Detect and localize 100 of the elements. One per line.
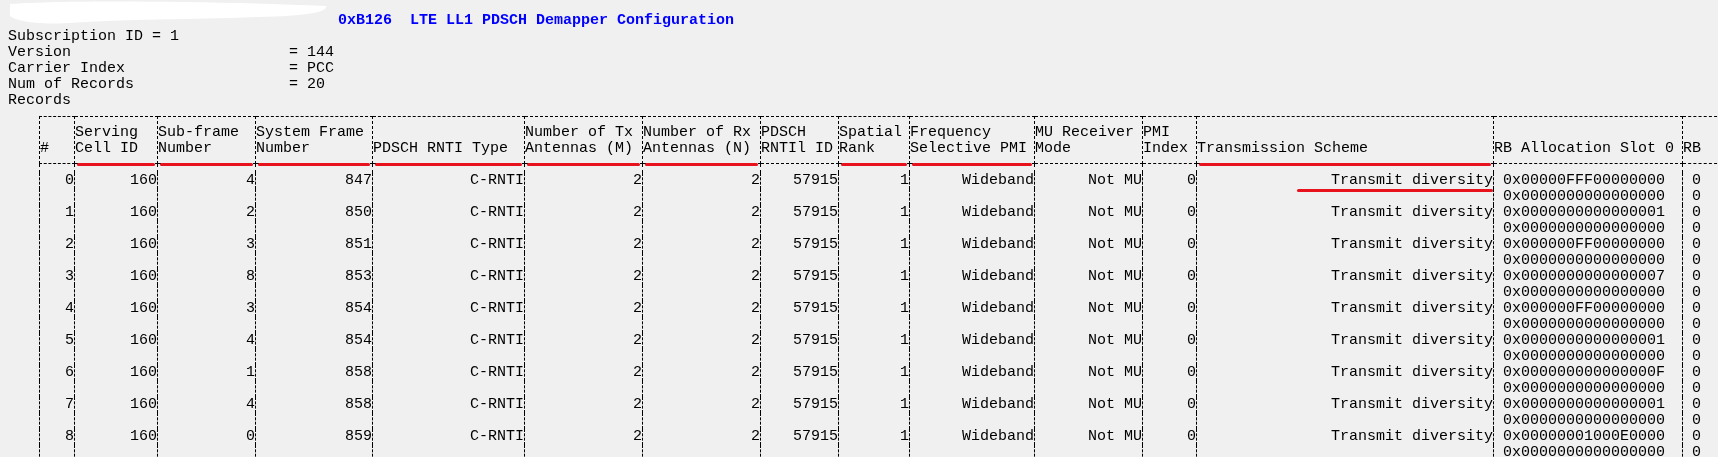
table-cell: 1: [900, 300, 909, 317]
table-cell: Wideband: [962, 300, 1034, 317]
table-cell: 0x0000000000000007: [1503, 268, 1666, 285]
table-cell: Wideband: [962, 364, 1034, 381]
table-cell: 0: [1692, 283, 1701, 301]
table-cell: 0: [65, 172, 74, 189]
table-cell: 2: [633, 236, 642, 253]
table-cell: 0x0000000000000000: [1503, 187, 1666, 205]
table-cell: Transmit diversity: [1330, 268, 1493, 285]
table-cell: 0: [1187, 300, 1196, 317]
table-cell: 0: [1692, 411, 1701, 429]
table-cell: 160: [130, 332, 157, 349]
table-cell: 858: [345, 396, 372, 413]
table-cell: 0: [1187, 236, 1196, 253]
table-cell: 0: [1692, 428, 1701, 445]
column-header: Spatial Rank: [839, 125, 903, 157]
table-cell: 0: [1692, 396, 1701, 413]
table-cell: 0: [1187, 172, 1196, 189]
table-cell: 0: [1187, 428, 1196, 445]
table-cell: 2: [751, 236, 760, 253]
table-cell: 0: [1692, 315, 1701, 333]
table-cell: 4: [246, 172, 255, 189]
field-value: = PCC: [289, 61, 334, 77]
table-cell: 0x0000000000000000: [1503, 347, 1666, 365]
table-cell: 0x000000FF00000000: [1503, 300, 1666, 317]
table-cell: C-RNTI: [470, 236, 524, 253]
table-cell: 859: [345, 428, 372, 445]
table-cell: 2: [633, 428, 642, 445]
table-cell: Transmit diversity: [1330, 300, 1493, 317]
table-cell: 0: [1692, 379, 1701, 397]
table-cell: 3: [246, 236, 255, 253]
table-cell: 0x0000000000000000: [1503, 283, 1666, 301]
table-cell: 160: [130, 204, 157, 221]
table-cell: C-RNTI: [470, 300, 524, 317]
table-cell: 0: [1692, 332, 1701, 349]
table-cell: 2: [751, 332, 760, 349]
column-header: Serving Cell ID: [75, 125, 139, 157]
table-cell: 0x00000FFF00000000: [1503, 172, 1666, 189]
table-cell: 0x00000001000E0000: [1503, 428, 1666, 445]
table-cell: C-RNTI: [470, 332, 524, 349]
table-cell: Not MU: [1088, 332, 1142, 349]
table-cell: 3: [246, 300, 255, 317]
table-cell: 160: [130, 364, 157, 381]
table-cell: 0x000000000000000F: [1503, 364, 1666, 381]
table-cell: 0x0000000000000000: [1503, 411, 1666, 429]
table-cell: Not MU: [1088, 396, 1142, 413]
table-cell: 1: [900, 396, 909, 413]
table-cell: 2: [751, 204, 760, 221]
table-cell: C-RNTI: [470, 172, 524, 189]
table-cell: 0: [1692, 219, 1701, 237]
table-cell: Transmit diversity: [1330, 396, 1493, 413]
table-cell: Not MU: [1088, 236, 1142, 253]
table-cell: 4: [246, 396, 255, 413]
table-cell: Not MU: [1088, 268, 1142, 285]
table-cell: 160: [130, 396, 157, 413]
table-cell: 6: [65, 364, 74, 381]
table-cell: Not MU: [1088, 172, 1142, 189]
table-cell: Wideband: [962, 172, 1034, 189]
column-header: Sub-frame Number: [158, 125, 240, 157]
table-cell: 1: [900, 332, 909, 349]
table-cell: 2: [751, 268, 760, 285]
table-cell: Transmit diversity: [1330, 236, 1493, 253]
field-label: Version: [8, 45, 72, 61]
table-cell: 4: [246, 332, 255, 349]
table-cell: 0x0000000000000000: [1503, 443, 1666, 457]
table-cell: 2: [633, 332, 642, 349]
table-cell: 2: [633, 396, 642, 413]
table-cell: 0: [246, 428, 255, 445]
table-cell: C-RNTI: [470, 396, 524, 413]
table-cell: 858: [345, 364, 372, 381]
table-cell: 0x0000000000000000: [1503, 315, 1666, 333]
table-cell: 0x0000000000000001: [1503, 332, 1666, 349]
table-cell: 0: [1692, 443, 1701, 457]
table-cell: Wideband: [962, 396, 1034, 413]
table-cell: Wideband: [962, 236, 1034, 253]
table-cell: 160: [130, 236, 157, 253]
table-cell: 2: [246, 204, 255, 221]
table-cell: Wideband: [962, 268, 1034, 285]
table-cell: 1: [65, 204, 74, 221]
table-cell: 0x0000000000000000: [1503, 379, 1666, 397]
table-cell: 0: [1692, 204, 1701, 221]
table-cell: 2: [751, 428, 760, 445]
table-cell: 0: [1692, 251, 1701, 269]
table-cell: C-RNTI: [470, 364, 524, 381]
table-cell: Transmit diversity: [1330, 204, 1493, 221]
table-cell: 1: [900, 428, 909, 445]
table-cell: 0: [1692, 347, 1701, 365]
column-header: Transmission Scheme: [1197, 141, 1370, 157]
table-cell: 2: [633, 204, 642, 221]
table-cell: 0: [1187, 396, 1196, 413]
table-cell: 57915: [793, 236, 838, 253]
table-cell: 160: [130, 172, 157, 189]
table-cell: 2: [751, 172, 760, 189]
field-value: = 1: [152, 29, 180, 45]
table-cell: Wideband: [962, 204, 1034, 221]
column-header: MU Receiver Mode: [1035, 125, 1136, 157]
table-cell: 0x0000000000000000: [1503, 219, 1666, 237]
table-cell: 57915: [793, 396, 838, 413]
field-value: = 144: [289, 45, 334, 61]
table-cell: 2: [751, 396, 760, 413]
